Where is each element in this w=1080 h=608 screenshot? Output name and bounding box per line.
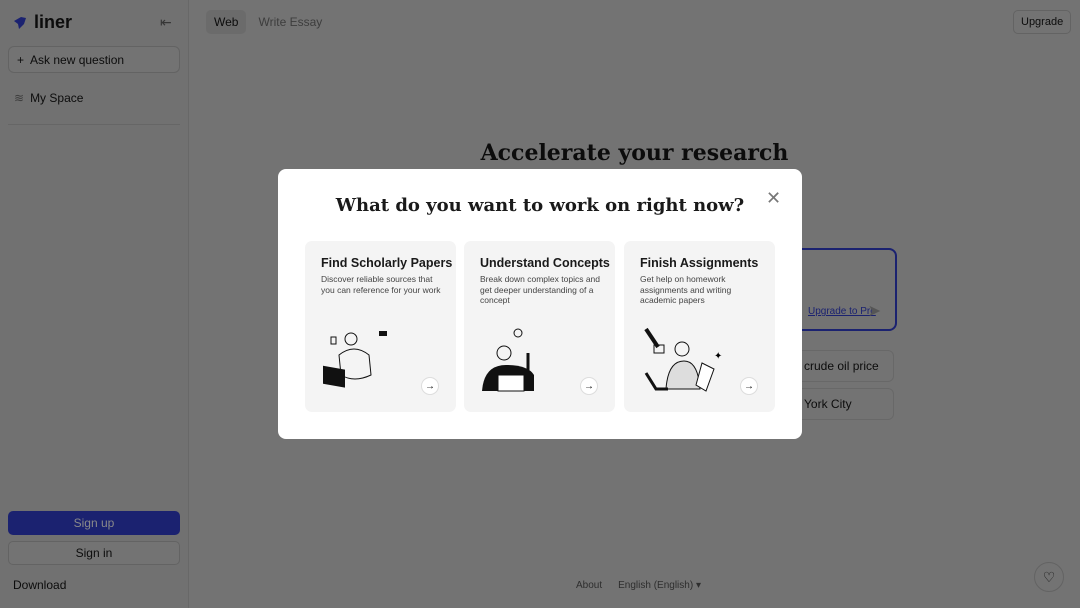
language-label: English (English) [618, 580, 694, 591]
scholar-papers-illustration-icon [323, 331, 387, 388]
tab-write-essay[interactable]: Write Essay [250, 10, 330, 34]
card-title: Find Scholarly Papers [321, 256, 453, 270]
onboarding-modal: What do you want to work on right now? ✕… [278, 169, 802, 439]
sign-in-button[interactable]: Sign in [8, 541, 180, 565]
arrow-right-icon[interactable]: → [580, 377, 598, 395]
mode-tabs: Web Write Essay [206, 10, 330, 34]
my-space-label: My Space [30, 91, 84, 105]
modal-title: What do you want to work on right now? [335, 195, 745, 216]
upgrade-button[interactable]: Upgrade [1013, 10, 1072, 34]
card-description: Discover reliable sources that you can r… [321, 274, 441, 295]
card-title: Finish Assignments [640, 256, 759, 270]
layers-icon: ≋ [14, 91, 25, 105]
plus-icon: + [17, 52, 25, 67]
feedback-heart-icon[interactable]: ♡ [1034, 562, 1064, 592]
divider [8, 124, 180, 125]
sidebar-item-my-space[interactable]: ≋ My Space [14, 91, 83, 105]
card-title: Understand Concepts [480, 256, 610, 270]
about-link[interactable]: About [576, 580, 602, 591]
suggestion-text: crude oil price [804, 359, 879, 373]
logo-text: liner [34, 12, 73, 32]
arrow-right-icon[interactable]: → [421, 377, 439, 395]
sidebar: liner ⇤ + Ask new question ≋ My Space Sign… [0, 0, 189, 608]
download-link[interactable]: Download [13, 578, 66, 592]
card-finish-assignments[interactable]: Finish Assignments Get help on homework … [624, 241, 775, 412]
lightbulb-idea-illustration-icon [482, 328, 534, 392]
card-description: Break down complex topics and get deeper… [480, 274, 601, 305]
svg-text:✦: ✦ [714, 351, 722, 362]
ask-label: Ask new question [30, 52, 125, 67]
close-icon[interactable]: ✕ [766, 188, 781, 209]
footer: About English (English) ▾ [576, 580, 701, 591]
assignment-writing-illustration-icon: ✦ [644, 327, 722, 392]
upgrade-to-pro-link[interactable]: Upgrade to Pro [808, 306, 876, 317]
liner-logo-icon [14, 16, 26, 29]
logo[interactable]: liner [12, 12, 72, 33]
ask-new-question-button[interactable]: + Ask new question [8, 46, 180, 73]
card-find-scholarly-papers[interactable]: Find Scholarly Papers Discover reliable … [305, 241, 456, 412]
suggestion-text: York City [804, 397, 852, 411]
card-description: Get help on homework assignments and wri… [640, 274, 732, 305]
arrow-right-icon[interactable]: → [740, 377, 758, 395]
card-understand-concepts[interactable]: Understand Concepts Break down complex t… [464, 241, 615, 412]
language-select[interactable]: English (English) ▾ [618, 580, 701, 591]
tab-web[interactable]: Web [206, 10, 247, 34]
collapse-sidebar-icon[interactable]: ⇤ [160, 14, 172, 31]
hero-title: Accelerate your research [480, 140, 789, 166]
send-icon[interactable]: ➤ [868, 301, 881, 321]
sign-up-button[interactable]: Sign up [8, 511, 180, 535]
